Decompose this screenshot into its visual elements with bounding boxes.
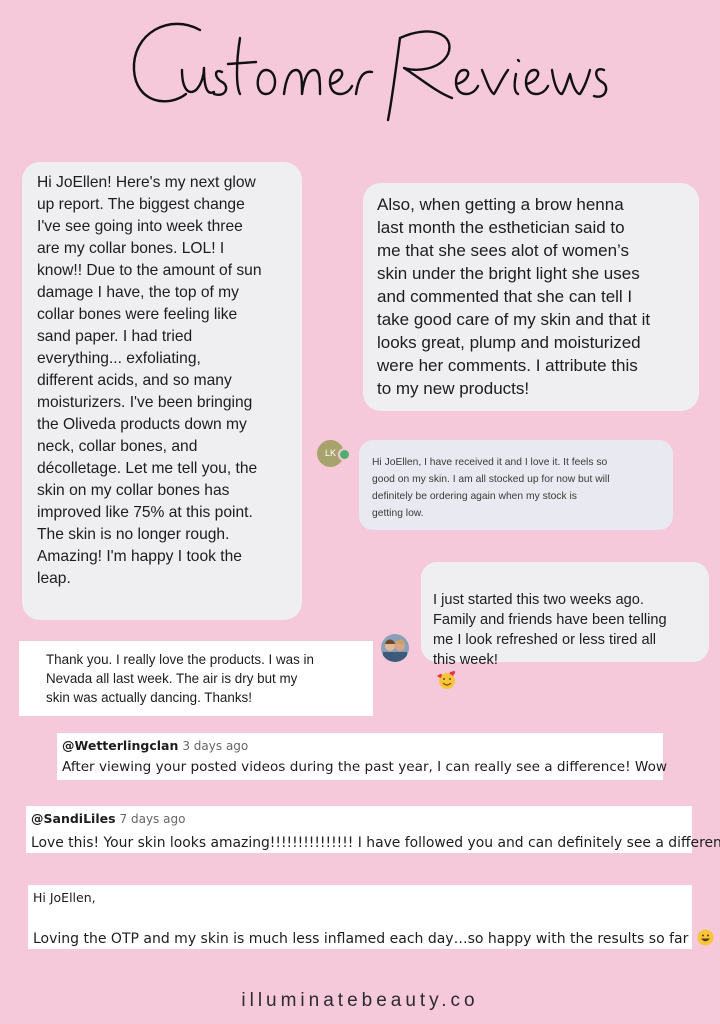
profile-photo: [381, 634, 409, 662]
comment-text: After viewing your posted videos during …: [62, 759, 668, 775]
review-comment-wetterling: @Wetterlingclan 3 days ago After viewing …: [57, 733, 667, 780]
review-card-otp: Hi JoEllen, Loving the OTP and my skin i…: [28, 885, 714, 949]
review-text: I just started this two weeks ago. Famil…: [433, 592, 667, 668]
comment-age: 7 days ago: [119, 812, 186, 826]
comment-text: Love this! Your skin looks amazing!!!!!!…: [31, 835, 720, 851]
avatar: [381, 634, 409, 662]
comment-handle[interactable]: @Wetterlingclan: [62, 738, 178, 753]
message-badge-icon: [338, 448, 351, 461]
review-bubble-glow-up: Hi JoEllen! Here's my next glow up repor…: [22, 162, 302, 620]
smiling-face-with-hearts-icon: [437, 670, 456, 689]
grinning-face-icon: [697, 929, 714, 946]
page-title: [0, 8, 720, 128]
script-title-art: [132, 22, 608, 122]
comment-handle[interactable]: @SandiLiles: [31, 811, 116, 826]
comment-header: @Wetterlingclan 3 days ago: [62, 735, 248, 754]
review-text: Loving the OTP and my skin is much less …: [33, 931, 689, 947]
review-greeting: Hi JoEllen,: [33, 890, 96, 905]
comment-age: 3 days ago: [182, 739, 249, 753]
comment-header: @SandiLiles 7 days ago: [31, 808, 185, 827]
review-bubble-brow-henna: Also, when getting a brow henna last mon…: [363, 183, 699, 411]
review-text-line: Loving the OTP and my skin is much less …: [33, 929, 714, 947]
review-bubble-two-weeks: I just started this two weeks ago. Famil…: [421, 562, 709, 689]
review-card-nevada: Thank you. I really love the products. I…: [19, 641, 373, 716]
review-comment-sandi: @SandiLiles 7 days ago Love this! Your sk…: [26, 806, 720, 853]
review-bubble-received: Hi JoEllen, I have received it and I lov…: [359, 440, 673, 530]
site-url: illuminatebeauty.co: [241, 990, 479, 1011]
